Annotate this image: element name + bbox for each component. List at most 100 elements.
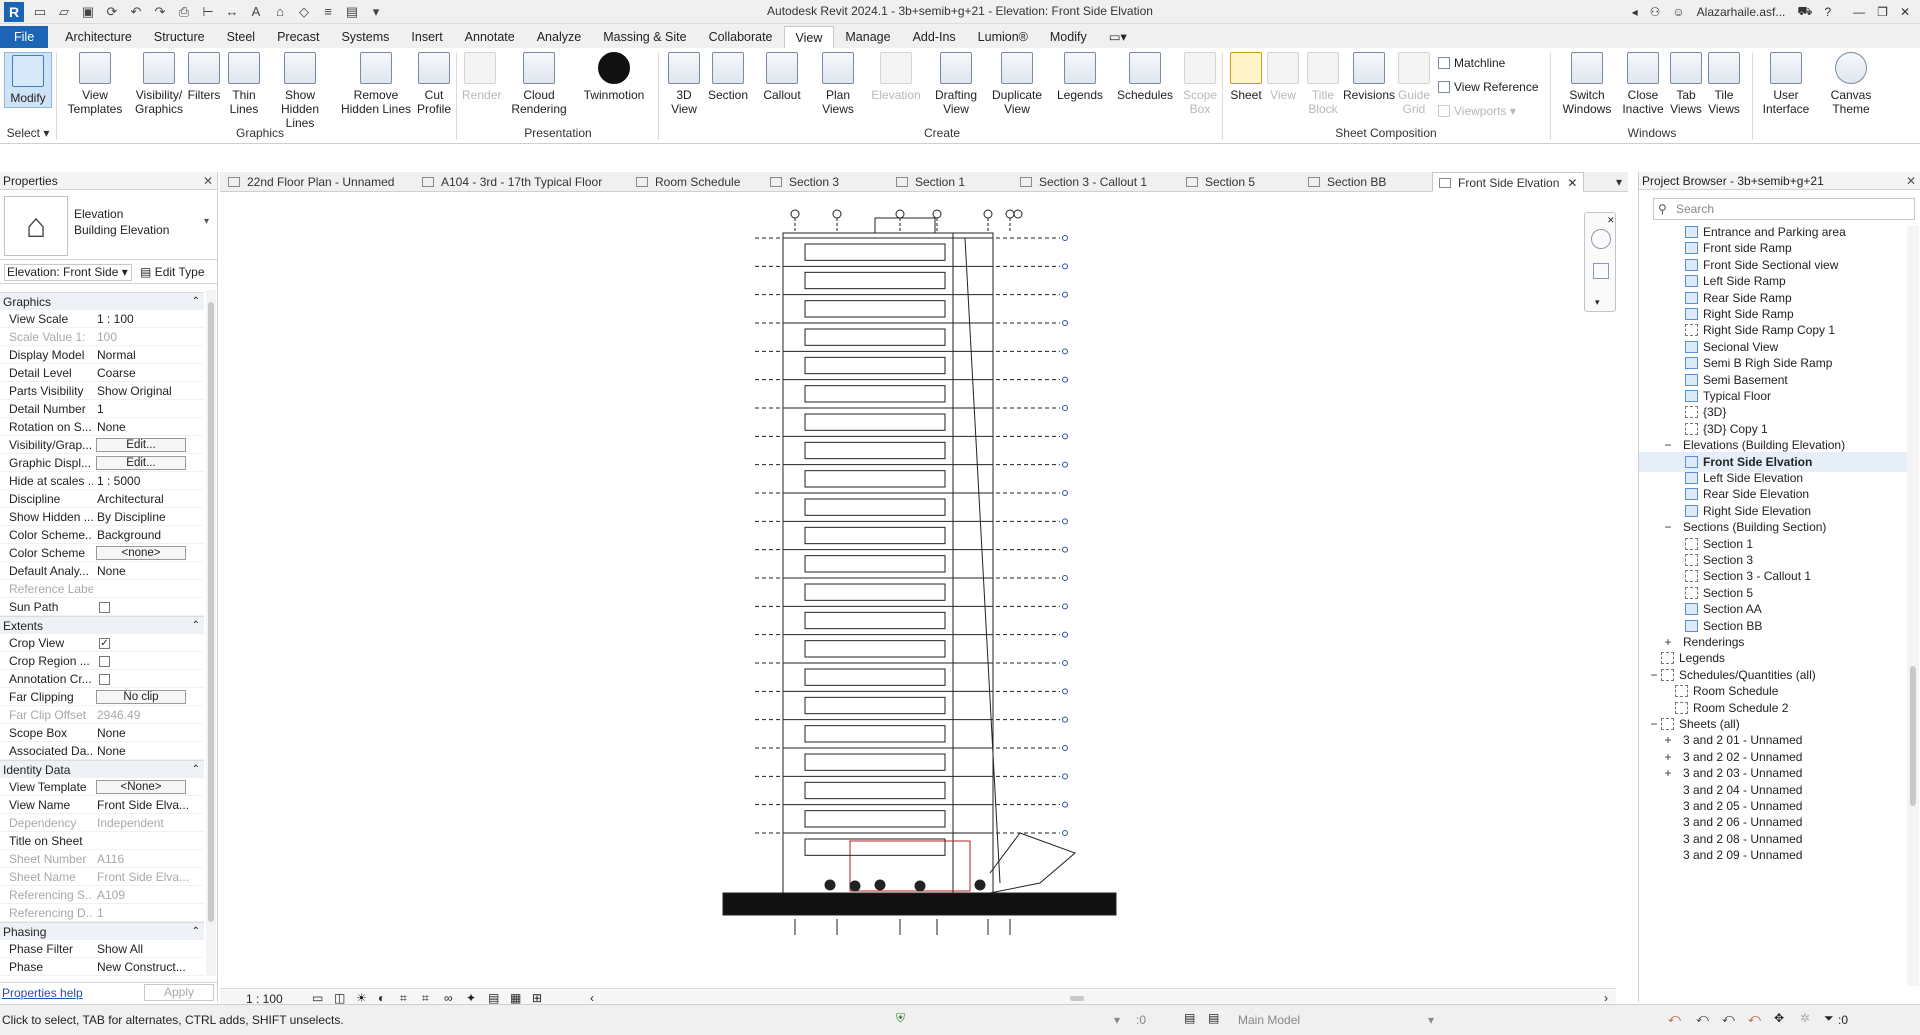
undo-icon[interactable]: ↶: [126, 2, 146, 22]
twinmotion-button[interactable]: Twinmotion: [580, 52, 648, 102]
help-icon[interactable]: ?: [1824, 5, 1831, 19]
view-tab[interactable]: Section 3 - Callout 1: [1020, 172, 1147, 192]
collapse-icon[interactable]: ⌃: [192, 617, 200, 635]
canvas-theme-button[interactable]: Canvas Theme: [1820, 52, 1882, 116]
default-3d-icon[interactable]: ⌂: [270, 2, 290, 22]
tabs-menu-icon[interactable]: ▾: [1616, 172, 1622, 192]
select-pinned-icon[interactable]: ⤺: [1722, 1011, 1735, 1026]
property-edit-button[interactable]: Edit...: [96, 438, 186, 452]
select-underlay-icon[interactable]: ⤺: [1696, 1011, 1709, 1026]
user-name[interactable]: Alazarhaile.asf...: [1697, 5, 1786, 19]
tab-lumion[interactable]: Lumion®: [967, 26, 1039, 48]
property-checkbox[interactable]: ✓: [99, 638, 110, 649]
instance-selector[interactable]: Elevation: Front Side ▾: [4, 264, 132, 281]
redo-icon[interactable]: ↷: [150, 2, 170, 22]
unlock-3d-icon[interactable]: ∞: [444, 991, 453, 1005]
tab-precast[interactable]: Precast: [266, 26, 330, 48]
legends-button[interactable]: Legends: [1052, 52, 1108, 102]
section-icon[interactable]: ◇: [294, 2, 314, 22]
detail-level-icon[interactable]: ▭: [312, 991, 323, 1005]
open-icon[interactable]: ▭: [30, 2, 50, 22]
property-value[interactable]: Architectural: [97, 490, 201, 508]
editable-only-icon[interactable]: ▤: [1208, 1011, 1219, 1025]
restore-icon[interactable]: ❐: [1877, 5, 1888, 19]
guide-grid-button[interactable]: Guide Grid: [1394, 52, 1434, 116]
collapse-icon[interactable]: ⌃: [192, 923, 200, 941]
sync-icon[interactable]: ⟳: [102, 2, 122, 22]
save-icon[interactable]: ▣: [78, 2, 98, 22]
plan-views-button[interactable]: Plan Views: [814, 52, 862, 116]
property-value[interactable]: None: [97, 742, 201, 760]
close-icon[interactable]: ✕: [1900, 5, 1910, 19]
tab-add-ins[interactable]: Add-Ins: [902, 26, 967, 48]
tab-systems[interactable]: Systems: [330, 26, 400, 48]
tab-insert[interactable]: Insert: [400, 26, 453, 48]
open-folder-icon[interactable]: ▱: [54, 2, 74, 22]
title-block-button[interactable]: Title Block: [1302, 52, 1344, 116]
switch-windows-button[interactable]: Switch Windows: [1556, 52, 1618, 116]
tab-file[interactable]: File: [0, 26, 49, 48]
horizontal-scrollbar[interactable]: [1070, 996, 1084, 1001]
elevation-button[interactable]: Elevation: [868, 52, 924, 102]
property-edit-button[interactable]: Edit...: [96, 456, 186, 470]
property-value[interactable]: 1: [97, 400, 201, 418]
tab-structure[interactable]: Structure: [143, 26, 216, 48]
view-tab[interactable]: Section 5: [1186, 172, 1255, 192]
model-dropdown-icon[interactable]: ▾: [1428, 1013, 1434, 1027]
revisions-button[interactable]: Revisions: [1342, 52, 1396, 102]
drag-elements-icon[interactable]: ✥: [1774, 1011, 1784, 1025]
render-button[interactable]: Render: [462, 52, 501, 102]
tab-collaborate[interactable]: Collaborate: [698, 26, 784, 48]
3d-view-button[interactable]: 3D View: [664, 52, 704, 116]
close-inactive-button[interactable]: Close Inactive: [1614, 52, 1672, 116]
property-value[interactable]: Background: [97, 526, 201, 544]
text-icon[interactable]: A: [246, 2, 266, 22]
property-value[interactable]: Front Side Elva...: [97, 796, 201, 814]
remove-hidden-lines-button[interactable]: Remove Hidden Lines: [340, 52, 412, 116]
property-value[interactable]: None: [97, 418, 201, 436]
properties-section-header[interactable]: Graphics ⌃: [0, 292, 204, 310]
sheet-button[interactable]: Sheet: [1226, 52, 1266, 102]
shadows-icon[interactable]: ◐: [378, 991, 385, 1005]
design-options-icon[interactable]: ▤: [1184, 1011, 1195, 1025]
tab-massing-site[interactable]: Massing & Site: [592, 26, 697, 48]
thin-lines-icon[interactable]: ≡: [318, 2, 338, 22]
viewports-button[interactable]: Viewports ▾: [1438, 104, 1516, 118]
visual-style-icon[interactable]: ◫: [334, 991, 345, 1005]
close-icon[interactable]: ✕: [203, 172, 213, 190]
temporary-hide-icon[interactable]: ✦: [466, 991, 476, 1005]
analytical-model-icon[interactable]: ▦: [510, 991, 521, 1005]
view-tab[interactable]: A104 - 3rd - 17th Typical Floor: [422, 172, 602, 192]
scroll-right-icon[interactable]: ›: [1604, 991, 1608, 1005]
property-checkbox[interactable]: [99, 656, 110, 667]
scope-box-button[interactable]: Scope Box: [1176, 52, 1224, 116]
property-value[interactable]: By Discipline: [97, 508, 201, 526]
background-process-icon[interactable]: ✲: [1800, 1011, 1810, 1025]
collapse-icon[interactable]: ⌃: [192, 293, 200, 311]
binoculars-icon[interactable]: ⚇: [1650, 5, 1661, 19]
tile-views-button[interactable]: Tile Views: [1704, 52, 1744, 116]
callout-button[interactable]: Callout: [756, 52, 808, 102]
worksharing-icon[interactable]: ⛨: [896, 1011, 905, 1026]
matchline-button[interactable]: Matchline: [1438, 56, 1505, 70]
close-icon[interactable]: ✕: [1607, 215, 1615, 226]
tab-manage[interactable]: Manage: [834, 26, 901, 48]
view-tab[interactable]: Section BB: [1308, 172, 1386, 192]
view-tab[interactable]: Section 1: [896, 172, 965, 192]
filter-icon[interactable]: ⏷: [1824, 1011, 1834, 1026]
property-value[interactable]: None: [97, 724, 201, 742]
property-checkbox[interactable]: [99, 602, 110, 613]
view-tab-active[interactable]: Front Side Elvation ✕: [1432, 172, 1585, 192]
highlight-icon[interactable]: ⊞: [532, 991, 542, 1005]
browser-scrollbar[interactable]: [1907, 226, 1919, 986]
properties-scrollbar[interactable]: [206, 290, 216, 976]
properties-section-header[interactable]: Identity Data ⌃: [0, 760, 204, 778]
qat-menu-icon[interactable]: ▾: [366, 2, 386, 22]
worksets-dropdown-icon[interactable]: ▾: [1114, 1013, 1120, 1027]
property-value[interactable]: Coarse: [97, 364, 201, 382]
cart-icon[interactable]: ⛟: [1797, 4, 1812, 20]
chevron-down-icon[interactable]: ▾: [204, 216, 209, 227]
scroll-left-icon[interactable]: ‹: [590, 991, 594, 1005]
chevron-down-icon[interactable]: ▾: [1595, 297, 1600, 308]
select-face-icon[interactable]: ⤺: [1748, 1011, 1761, 1026]
